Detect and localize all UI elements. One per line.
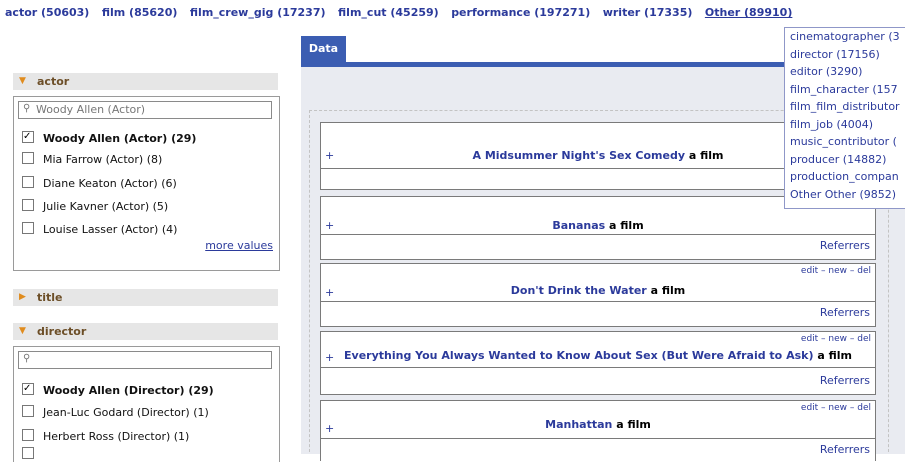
dropdown-item[interactable]: cinematographer (3 [785, 28, 905, 46]
type-link-film[interactable]: film (85620) [102, 6, 178, 19]
record-title[interactable]: Don't Drink the Water a film [321, 284, 875, 297]
dropdown-item[interactable]: production_compan [785, 168, 905, 186]
facet-value[interactable]: Herbert Ross (Director) (1) [22, 429, 189, 445]
facet-label: title [37, 291, 63, 304]
referrers-link[interactable]: Referrers [820, 239, 870, 252]
checkbox[interactable] [22, 429, 34, 441]
search-icon: ⚲ [23, 103, 31, 114]
facet-value[interactable]: Woody Allen (Actor) (29) [22, 129, 196, 147]
dropdown-item[interactable]: film_job (4004) [785, 116, 905, 134]
type-link-film-cut[interactable]: film_cut (45259) [338, 6, 439, 19]
search-placeholder: Woody Allen (Actor) [36, 103, 146, 116]
checkbox[interactable] [22, 199, 34, 211]
record-card: edit – new – del + Everything You Always… [320, 331, 876, 395]
facet-label: director [37, 325, 87, 338]
facet-header-director[interactable]: ▼ director [13, 323, 278, 340]
record-card: edit – new – del + Don't Drink the Water… [320, 263, 876, 327]
other-types-dropdown: cinematographer (3 director (17156) edit… [784, 27, 905, 209]
record-card: edit – new – del + Manhattan a film Refe… [320, 400, 876, 461]
facet-value[interactable]: Diane Keaton (Actor) (6) [22, 176, 177, 192]
search-icon: ⚲ [23, 353, 31, 364]
facet-value[interactable]: Julie Kavner (Actor) (5) [22, 199, 168, 215]
expanded-triangle-icon: ▼ [19, 76, 26, 86]
referrers-link[interactable]: Referrers [820, 443, 870, 456]
more-values-link[interactable]: more values [205, 239, 273, 252]
checkbox[interactable] [22, 176, 34, 188]
edit-new-del-links[interactable]: edit – new – del [801, 334, 871, 344]
dropdown-item[interactable]: music_contributor ( [785, 133, 905, 151]
facet-value[interactable]: Mia Farrow (Actor) (8) [22, 152, 162, 168]
tab-data[interactable]: Data [301, 36, 346, 62]
expanded-triangle-icon: ▼ [19, 326, 26, 336]
divider [321, 301, 875, 302]
facet-label: actor [37, 75, 70, 88]
divider [321, 234, 875, 235]
record-title[interactable]: Everything You Always Wanted to Know Abo… [321, 349, 875, 362]
type-link-writer[interactable]: writer (17335) [603, 6, 693, 19]
dropdown-item[interactable]: film_film_distributor [785, 98, 905, 116]
checkbox-checked[interactable] [22, 129, 34, 145]
dropdown-item[interactable]: Other Other (9852) [785, 186, 905, 204]
collapsed-triangle-icon: ▶ [19, 292, 26, 302]
divider [321, 367, 875, 368]
type-link-film-crew-gig[interactable]: film_crew_gig (17237) [190, 6, 326, 19]
facet-box-director: ⚲ Woody Allen (Director) (29) Jean-Luc G… [13, 346, 280, 462]
divider [321, 438, 875, 439]
facet-value[interactable]: Louise Lasser (Actor) (4) [22, 222, 177, 238]
facet-value[interactable]: Jean-Luc Godard (Director) (1) [22, 405, 209, 421]
checkbox[interactable] [22, 152, 34, 164]
referrers-link[interactable]: Referrers [820, 306, 870, 319]
dropdown-item[interactable]: director (17156) [785, 46, 905, 64]
type-link-other[interactable]: Other (89910) [705, 6, 792, 19]
type-nav: actor (50603) film (85620) film_crew_gig… [5, 6, 900, 20]
facet-value[interactable]: Woody Allen (Director) (29) [22, 381, 214, 399]
dropdown-item[interactable]: editor (3290) [785, 63, 905, 81]
record-title[interactable]: Manhattan a film [321, 418, 875, 431]
dropdown-item[interactable]: film_character (157 [785, 81, 905, 99]
checkbox[interactable] [22, 447, 34, 459]
facet-search-input[interactable]: ⚲ [18, 351, 272, 369]
checkbox[interactable] [22, 222, 34, 234]
checkbox-checked[interactable] [22, 381, 34, 397]
facet-box-actor: ⚲ Woody Allen (Actor) Woody Allen (Actor… [13, 96, 280, 271]
edit-new-del-links[interactable]: edit – new – del [801, 403, 871, 413]
facet-value[interactable] [22, 447, 43, 463]
type-link-performance[interactable]: performance (197271) [451, 6, 590, 19]
checkbox[interactable] [22, 405, 34, 417]
type-link-actor[interactable]: actor (50603) [5, 6, 89, 19]
facet-header-title[interactable]: ▶ title [13, 289, 278, 306]
facet-search-input[interactable]: ⚲ Woody Allen (Actor) [18, 101, 272, 119]
record-title[interactable]: Bananas a film [321, 219, 875, 232]
edit-new-del-links[interactable]: edit – new – del [801, 266, 871, 276]
facet-header-actor[interactable]: ▼ actor [13, 73, 278, 90]
dropdown-item[interactable]: producer (14882) [785, 151, 905, 169]
referrers-link[interactable]: Referrers [820, 374, 870, 387]
